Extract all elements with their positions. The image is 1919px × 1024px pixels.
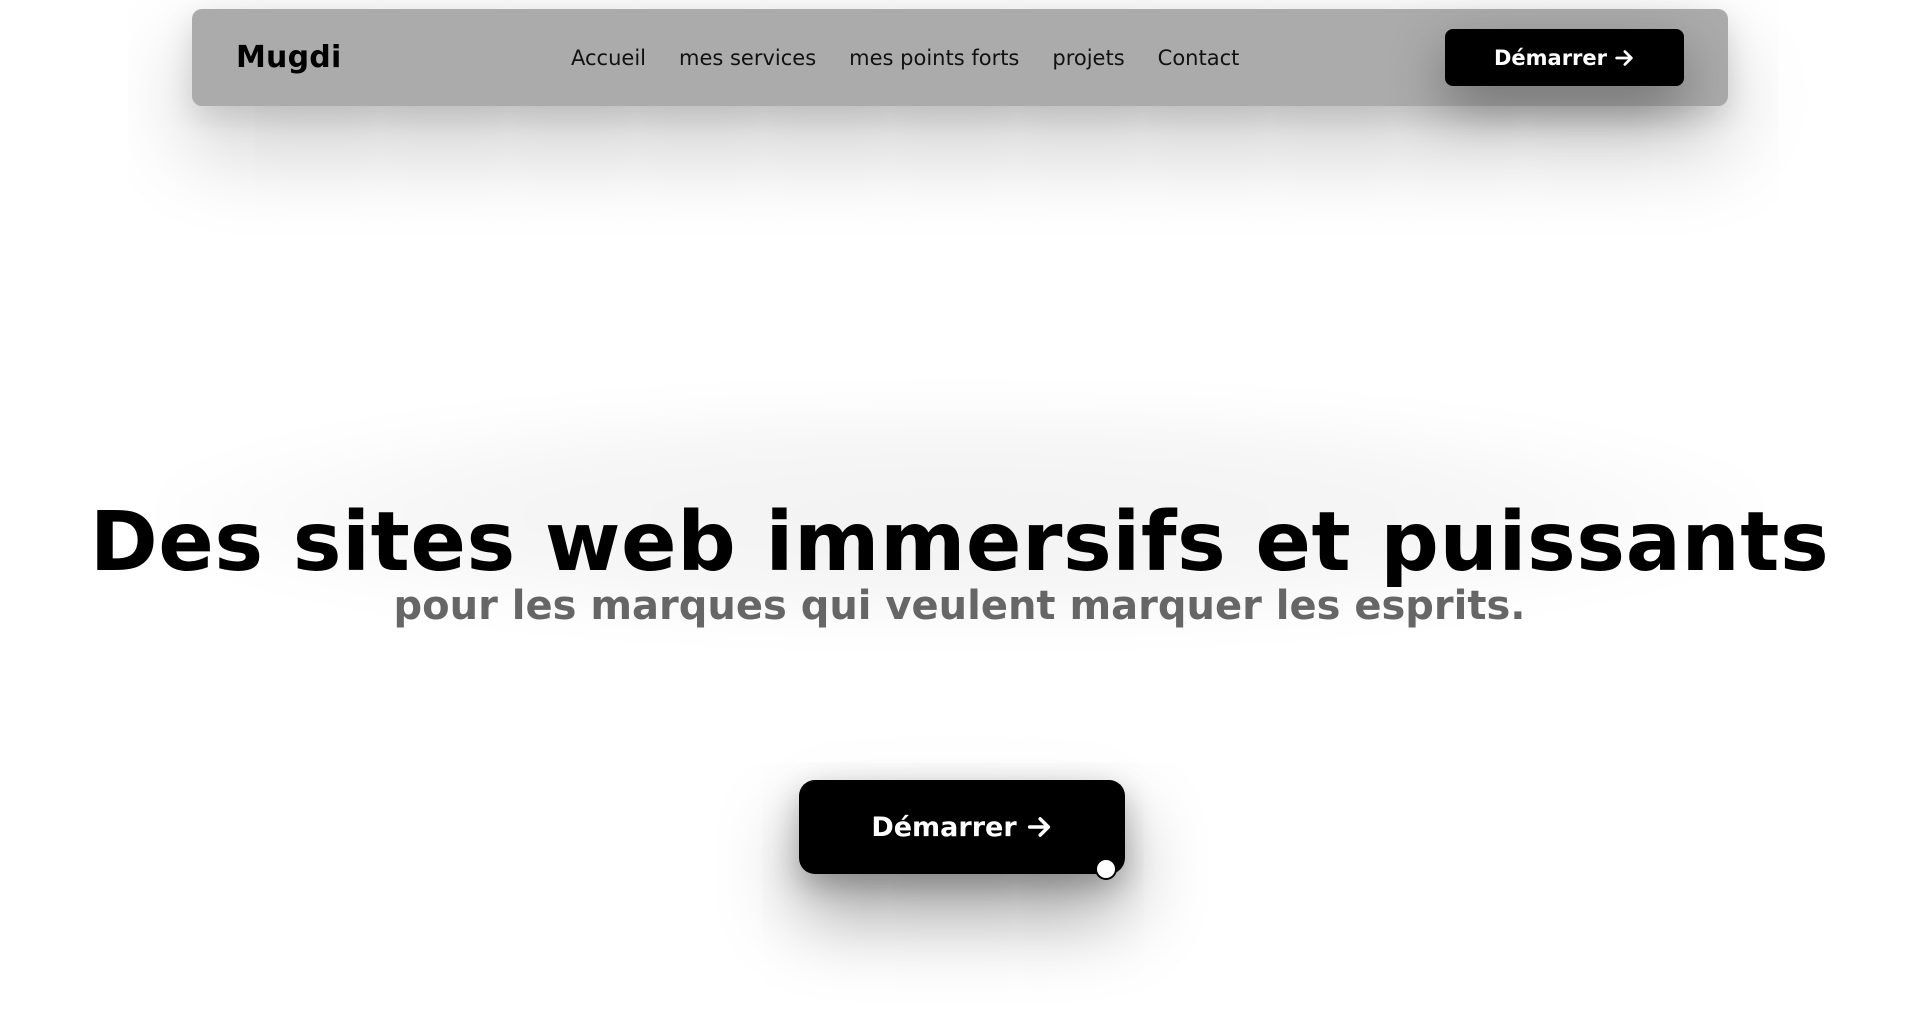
hero-start-button-label: Démarrer — [871, 811, 1017, 843]
brand-logo[interactable]: Mugdi — [236, 9, 341, 106]
nav-link-projets[interactable]: projets — [1052, 46, 1124, 70]
nav-link-mes-points-forts[interactable]: mes points forts — [849, 46, 1019, 70]
hero-start-button[interactable]: Démarrer — [799, 780, 1125, 874]
arrow-right-icon — [1027, 817, 1050, 837]
nav-link-mes-services[interactable]: mes services — [679, 46, 816, 70]
hero-title: Des sites web immersifs et puissants — [89, 494, 1830, 590]
mouse-cursor-icon — [1095, 858, 1117, 880]
nav-link-accueil[interactable]: Accueil — [571, 46, 646, 70]
nav-links: Accueil mes services mes points forts pr… — [571, 9, 1239, 106]
nav-start-button[interactable]: Démarrer — [1445, 29, 1684, 86]
navbar: Mugdi Accueil mes services mes points fo… — [192, 9, 1728, 106]
hero-subtitle: pour les marques qui veulent marquer les… — [393, 583, 1526, 630]
page: Mugdi Accueil mes services mes points fo… — [0, 0, 1919, 1024]
nav-link-contact[interactable]: Contact — [1158, 46, 1240, 70]
arrow-right-icon — [1615, 49, 1633, 66]
nav-start-button-label: Démarrer — [1493, 45, 1608, 70]
